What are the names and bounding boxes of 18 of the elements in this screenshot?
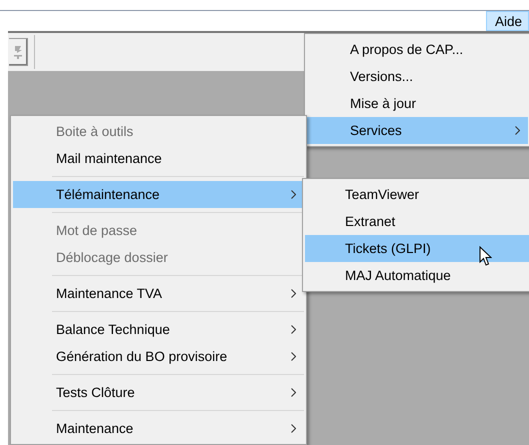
menu-item[interactable]: Télémaintenance (13, 181, 304, 208)
menu-item[interactable]: Versions... (307, 63, 528, 90)
tool-icon (12, 44, 24, 60)
toolbar-button[interactable] (9, 38, 28, 66)
menu-item[interactable]: MAJ Automatique (305, 262, 529, 289)
menu-item[interactable]: Mise à jour (307, 90, 528, 117)
menu-item[interactable]: Mail maintenance (13, 145, 304, 172)
cursor-icon (479, 246, 492, 267)
menu-bar-item[interactable]: Aide (486, 11, 529, 31)
menu-item[interactable]: Tickets (GLPI) (305, 235, 529, 262)
menu-item[interactable]: Tests Clôture (13, 379, 304, 406)
menu-item[interactable]: Balance Technique (13, 316, 304, 343)
menu-item[interactable]: Services (307, 117, 528, 144)
menu-item[interactable]: Extranet (305, 208, 529, 235)
menu-item[interactable]: TeamViewer (305, 181, 529, 208)
menu-item[interactable]: Maintenance TVA (13, 280, 304, 307)
menu-item[interactable]: Maintenance (13, 415, 304, 442)
menu-item[interactable]: Génération du BO provisoire (13, 343, 304, 370)
